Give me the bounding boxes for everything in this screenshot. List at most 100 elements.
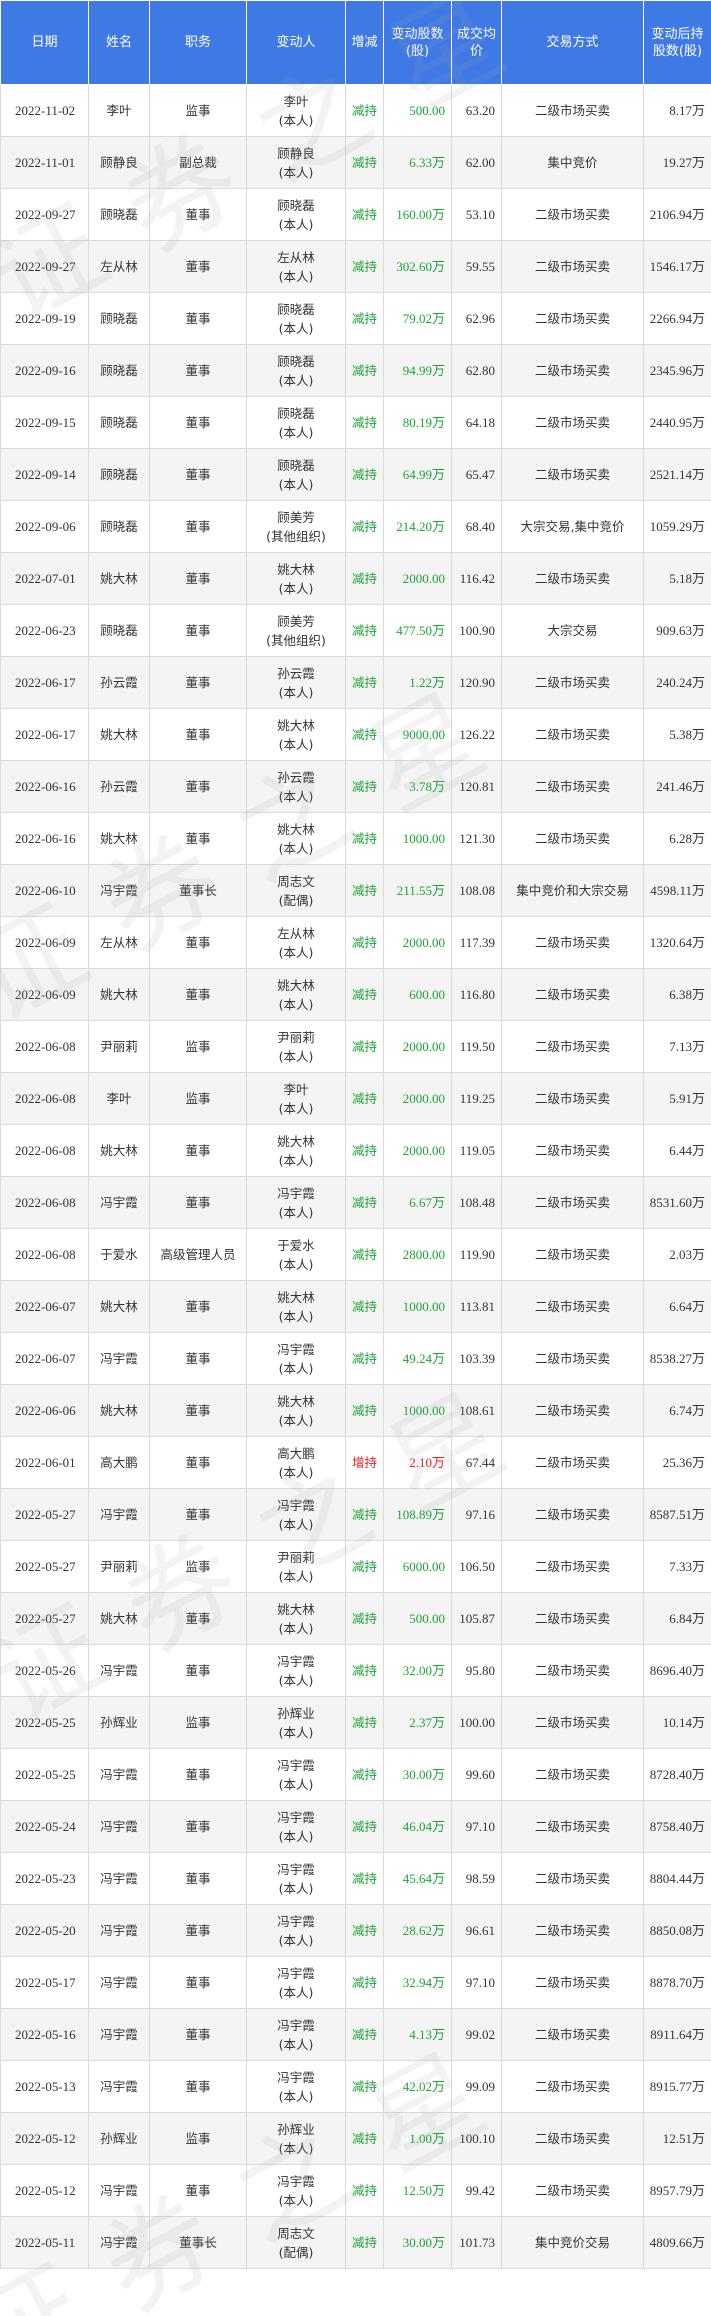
cell-shares: 1000.00 [383, 1280, 452, 1333]
person-relation: (本人) [278, 1932, 314, 1948]
cell-person: 顾晓磊 (本人) [246, 292, 346, 345]
cell-date: 2022-06-10 [0, 864, 89, 917]
cell-role: 监事 [149, 84, 247, 137]
cell-shares: 6.33万 [383, 136, 452, 189]
cell-date: 2022-11-02 [0, 84, 89, 137]
person-name: 顾晓磊 [277, 405, 315, 421]
cell-method: 二级市场买卖 [501, 1436, 644, 1489]
cell-price: 100.00 [451, 1696, 502, 1749]
cell-price: 53.10 [451, 188, 502, 241]
cell-role: 董事 [149, 916, 247, 969]
cell-role: 董事 [149, 1592, 247, 1645]
cell-after: 8696.40万 [643, 1644, 711, 1697]
person-relation: (本人) [278, 1568, 314, 1584]
cell-person: 姚大林 (本人) [246, 812, 346, 865]
cell-after: 6.44万 [643, 1124, 711, 1177]
person-name: 顾晓磊 [277, 457, 315, 473]
cell-person: 顾美芳 (其他组织) [246, 500, 346, 553]
cell-method: 二级市场买卖 [501, 1280, 644, 1333]
cell-date: 2022-06-16 [0, 812, 89, 865]
cell-shares: 46.04万 [383, 1800, 452, 1853]
cell-price: 119.05 [451, 1124, 502, 1177]
person-relation: (本人) [278, 1048, 314, 1064]
cell-after: 1320.64万 [643, 916, 711, 969]
person-name: 孙辉业 [277, 2121, 315, 2137]
cell-direction: 减持 [345, 812, 384, 865]
cell-role: 监事 [149, 2112, 247, 2165]
cell-method: 二级市场买卖 [501, 2112, 644, 2165]
cell-shares: 108.89万 [383, 1488, 452, 1541]
cell-method: 二级市场买卖 [501, 760, 644, 813]
cell-date: 2022-09-19 [0, 292, 89, 345]
cell-date: 2022-05-27 [0, 1592, 89, 1645]
cell-shares: 4.13万 [383, 2008, 452, 2061]
cell-method: 二级市场买卖 [501, 1540, 644, 1593]
person-name: 周志文 [277, 2225, 315, 2241]
person-relation: (本人) [278, 424, 314, 440]
cell-price: 98.59 [451, 1852, 502, 1905]
cell-person: 冯宇霞 (本人) [246, 1332, 346, 1385]
cell-name: 冯宇霞 [88, 1332, 150, 1385]
header-role: 职务 [149, 0, 247, 85]
cell-role: 董事 [149, 240, 247, 293]
cell-role: 董事 [149, 448, 247, 501]
cell-name: 姚大林 [88, 968, 150, 1021]
cell-price: 62.00 [451, 136, 502, 189]
cell-direction: 减持 [345, 552, 384, 605]
holdings-change-table: 日期 姓名 职务 变动人 增减 变动股数(股) 成交均价 交易方式 变动后持股数… [0, 0, 711, 2269]
person-relation: (本人) [278, 1308, 314, 1324]
cell-after: 8538.27万 [643, 1332, 711, 1385]
cell-method: 二级市场买卖 [501, 2164, 644, 2217]
table-row: 2022-06-16 孙云霞 董事 孙云霞 (本人) 减持 3.78万 120.81 二级市场买… [0, 760, 711, 813]
cell-date: 2022-09-27 [0, 240, 89, 293]
cell-name: 冯宇霞 [88, 1176, 150, 1229]
cell-method: 二级市场买卖 [501, 1748, 644, 1801]
cell-after: 10.14万 [643, 1696, 711, 1749]
cell-after: 8911.64万 [643, 2008, 711, 2061]
cell-name: 姚大林 [88, 1280, 150, 1333]
cell-role: 董事 [149, 1748, 247, 1801]
cell-person: 冯宇霞 (本人) [246, 1644, 346, 1697]
cell-price: 97.10 [451, 1800, 502, 1853]
cell-person: 顾晓磊 (本人) [246, 448, 346, 501]
cell-direction: 减持 [345, 1176, 384, 1229]
table-row: 2022-06-06 姚大林 董事 姚大林 (本人) 减持 1000.00 108.61 二级市… [0, 1384, 711, 1437]
cell-after: 8728.40万 [643, 1748, 711, 1801]
header-direction: 增减 [345, 0, 384, 85]
table-row: 2022-05-27 冯宇霞 董事 冯宇霞 (本人) 减持 108.89万 97.16 二级市场… [0, 1488, 711, 1541]
cell-name: 冯宇霞 [88, 864, 150, 917]
cell-name: 左从林 [88, 240, 150, 293]
person-name: 姚大林 [277, 1133, 315, 1149]
cell-date: 2022-06-08 [0, 1228, 89, 1281]
table-row: 2022-05-24 冯宇霞 董事 冯宇霞 (本人) 减持 46.04万 97.10 二级市场买… [0, 1800, 711, 1853]
cell-after: 6.64万 [643, 1280, 711, 1333]
cell-role: 监事 [149, 1020, 247, 1073]
cell-after: 8758.40万 [643, 1800, 711, 1853]
person-relation: (配偶) [278, 892, 314, 908]
cell-method: 二级市场买卖 [501, 1956, 644, 2009]
cell-name: 尹丽莉 [88, 1540, 150, 1593]
cell-direction: 减持 [345, 240, 384, 293]
table-row: 2022-06-08 于爱水 高级管理人员 于爱水 (本人) 减持 2800.00 119.9… [0, 1228, 711, 1281]
person-name: 姚大林 [277, 821, 315, 837]
cell-direction: 减持 [345, 1124, 384, 1177]
cell-name: 顾晓磊 [88, 604, 150, 657]
cell-role: 监事 [149, 1072, 247, 1125]
person-name: 姚大林 [277, 561, 315, 577]
person-relation: (本人) [278, 1776, 314, 1792]
cell-shares: 30.00万 [383, 1748, 452, 1801]
cell-method: 集中竞价和大宗交易 [501, 864, 644, 917]
cell-price: 65.47 [451, 448, 502, 501]
person-name: 周志文 [277, 873, 315, 889]
table-row: 2022-06-07 冯宇霞 董事 冯宇霞 (本人) 减持 49.24万 103.39 二级市场… [0, 1332, 711, 1385]
person-name: 冯宇霞 [277, 1341, 315, 1357]
header-method: 交易方式 [501, 0, 644, 85]
person-name: 冯宇霞 [277, 1913, 315, 1929]
cell-person: 姚大林 (本人) [246, 1384, 346, 1437]
cell-method: 二级市场买卖 [501, 1384, 644, 1437]
person-relation: (本人) [278, 1360, 314, 1376]
cell-method: 二级市场买卖 [501, 84, 644, 137]
cell-after: 2521.14万 [643, 448, 711, 501]
cell-after: 8850.08万 [643, 1904, 711, 1957]
person-relation: (本人) [278, 164, 314, 180]
